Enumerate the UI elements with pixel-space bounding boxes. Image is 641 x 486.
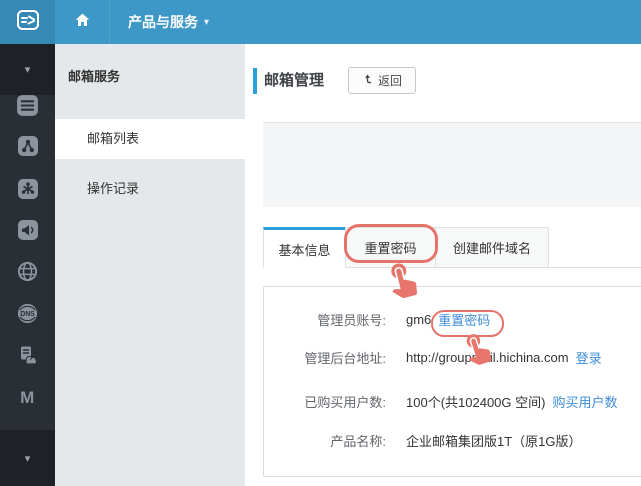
hub-icon (16, 177, 40, 206)
sidebar-item-operation-log[interactable]: 操作记录 (55, 169, 245, 209)
tab-label: 创建邮件域名 (452, 241, 531, 256)
detail-row-product-name: 产品名称: 企业邮箱集团版1T（原1G版） (264, 430, 641, 450)
back-button[interactable]: 返回 (348, 67, 417, 94)
console-logo-button[interactable] (0, 0, 55, 44)
sidebar-item-m-product[interactable]: M (0, 383, 55, 413)
sidebar-item-label: 操作记录 (87, 181, 140, 196)
tab-basic-info[interactable]: 基本信息 (263, 227, 346, 268)
sidebar-item-network[interactable] (0, 133, 55, 163)
sidebar-item-mailbox-list[interactable]: 邮箱列表 (55, 119, 245, 159)
announcement-icon (16, 218, 40, 247)
title-accent-bar (253, 68, 257, 94)
toolbar-panel (263, 122, 641, 207)
detail-label: 产品名称: (330, 433, 386, 449)
back-button-label: 返回 (378, 74, 403, 88)
home-menu-item[interactable] (55, 0, 110, 44)
sidebar-section-title: 邮箱服务 (68, 69, 121, 84)
product-name-value: 企业邮箱集团版1T（原1G版） (406, 433, 582, 449)
expand-caret-icon: ▾ (24, 452, 31, 465)
product-icon-rail: ▾ DNS M ▾ (0, 44, 55, 486)
sidebar-item-dns[interactable]: DNS (0, 301, 55, 331)
tab-label: 基本信息 (278, 242, 331, 258)
login-link[interactable]: 登录 (576, 348, 602, 367)
console-logo-icon (15, 7, 41, 38)
sidebar-item-label: 邮箱列表 (87, 131, 140, 146)
network-share-icon (16, 134, 40, 163)
home-icon (73, 11, 92, 34)
collapse-caret-icon: ▾ (24, 64, 31, 76)
detail-label: 管理员账号: (317, 312, 386, 328)
tab-reset-password[interactable]: 重置密码 (345, 227, 436, 268)
detail-row-admin-account: 管理员账号: gm6 重置密码 (264, 309, 641, 329)
detail-row-purchased-users: 已购买用户数: 100个(共102400G 空间) 购买用户数 (264, 391, 641, 411)
admin-account-value: gm6 (406, 311, 432, 327)
reset-password-link[interactable]: 重置密码 (438, 310, 490, 329)
back-arrow-icon (362, 73, 373, 88)
buy-users-link[interactable]: 购买用户数 (552, 392, 617, 411)
products-services-label: 产品与服务 (128, 14, 198, 30)
sidebar-item-instances[interactable] (0, 93, 55, 123)
products-services-menu[interactable]: 产品与服务 ▾ (110, 0, 227, 44)
server-stack-icon (16, 343, 40, 372)
sidebar-item-internet[interactable] (0, 259, 55, 289)
chevron-down-icon: ▾ (204, 16, 210, 28)
instance-list-icon (15, 93, 40, 123)
globe-icon (16, 260, 39, 288)
sidebar-item-announcement[interactable] (0, 217, 55, 247)
main-content: 邮箱管理 返回 基本信息 重置密码 创建邮件域名 管理员账号: gm6 重置密码… (245, 44, 641, 486)
detail-label: 管理后台地址: (304, 350, 386, 366)
basic-info-panel: 管理员账号: gm6 重置密码 管理后台地址: http://groupmail… (263, 286, 641, 477)
console-window: 产品与服务 ▾ ▾ DNS M ▾ 邮箱服务 邮箱列表 操作记录 邮箱管理 返回… (0, 0, 641, 486)
admin-url-value: http://groupmail.hichina.com (406, 349, 569, 365)
dns-icon-label: DNS (20, 311, 35, 318)
rail-expand-button[interactable]: ▾ (0, 430, 55, 486)
page-title: 邮箱管理 (264, 72, 325, 89)
purchased-users-value: 100个(共102400G 空间) (406, 394, 546, 410)
dns-icon: DNS (16, 302, 39, 330)
m-product-icon: M (20, 388, 35, 407)
tab-bar-filler (549, 227, 641, 268)
detail-label: 已购买用户数: (304, 394, 386, 410)
sidebar-item-hub[interactable] (0, 176, 55, 206)
sidebar-item-servers[interactable] (0, 342, 55, 372)
rail-collapse-button[interactable]: ▾ (0, 44, 55, 95)
top-navbar: 产品与服务 ▾ (0, 0, 641, 44)
tab-label: 重置密码 (364, 241, 417, 256)
tab-bar: 基本信息 重置密码 创建邮件域名 (263, 227, 641, 268)
tab-create-mail-domain[interactable]: 创建邮件域名 (435, 227, 549, 268)
mail-service-sidebar: 邮箱服务 邮箱列表 操作记录 (55, 44, 245, 486)
detail-row-admin-url: 管理后台地址: http://groupmail.hichina.com 登录 (264, 347, 641, 367)
